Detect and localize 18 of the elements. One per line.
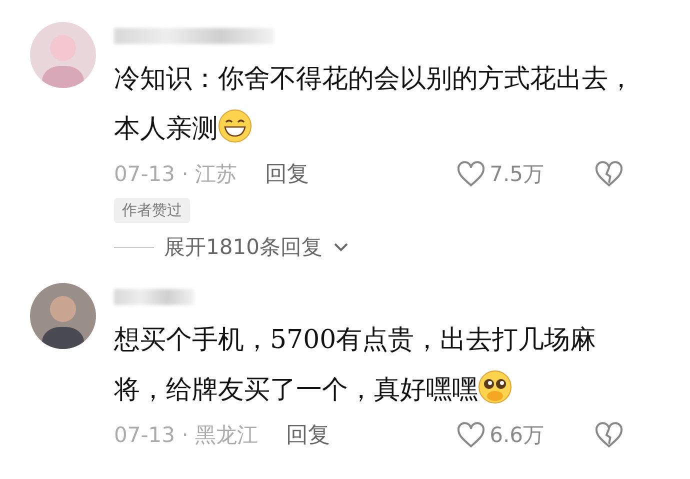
heart-icon bbox=[456, 159, 486, 189]
pleading-emoji-icon bbox=[478, 370, 512, 404]
comment-text: 冷知识：你舍不得花的会以别的方式花出去，本人亲测 bbox=[114, 63, 635, 146]
reply-link[interactable]: 回复 bbox=[286, 420, 330, 450]
expand-replies-button[interactable]: 展开1810条回复 bbox=[114, 233, 654, 261]
comment-date-location: 07-13 · 江苏 bbox=[114, 161, 238, 188]
heart-icon bbox=[456, 420, 486, 450]
like-button[interactable]: 7.5万 bbox=[456, 159, 544, 189]
like-button[interactable]: 6.6万 bbox=[456, 420, 544, 450]
dislike-button[interactable] bbox=[594, 420, 624, 450]
broken-heart-icon bbox=[594, 420, 624, 450]
comment-text: 想买个手机，5700有点贵，出去打几场麻将，给牌友买了一个，真好嘿嘿 bbox=[114, 324, 598, 407]
reply-link[interactable]: 回复 bbox=[265, 159, 310, 189]
dislike-button[interactable] bbox=[594, 159, 624, 189]
comment-date-location: 07-13 · 黑龙江 bbox=[114, 422, 258, 449]
grinning-emoji-icon bbox=[218, 109, 252, 143]
broken-heart-icon bbox=[594, 159, 624, 189]
author-liked-tag: 作者赞过 bbox=[114, 198, 190, 223]
